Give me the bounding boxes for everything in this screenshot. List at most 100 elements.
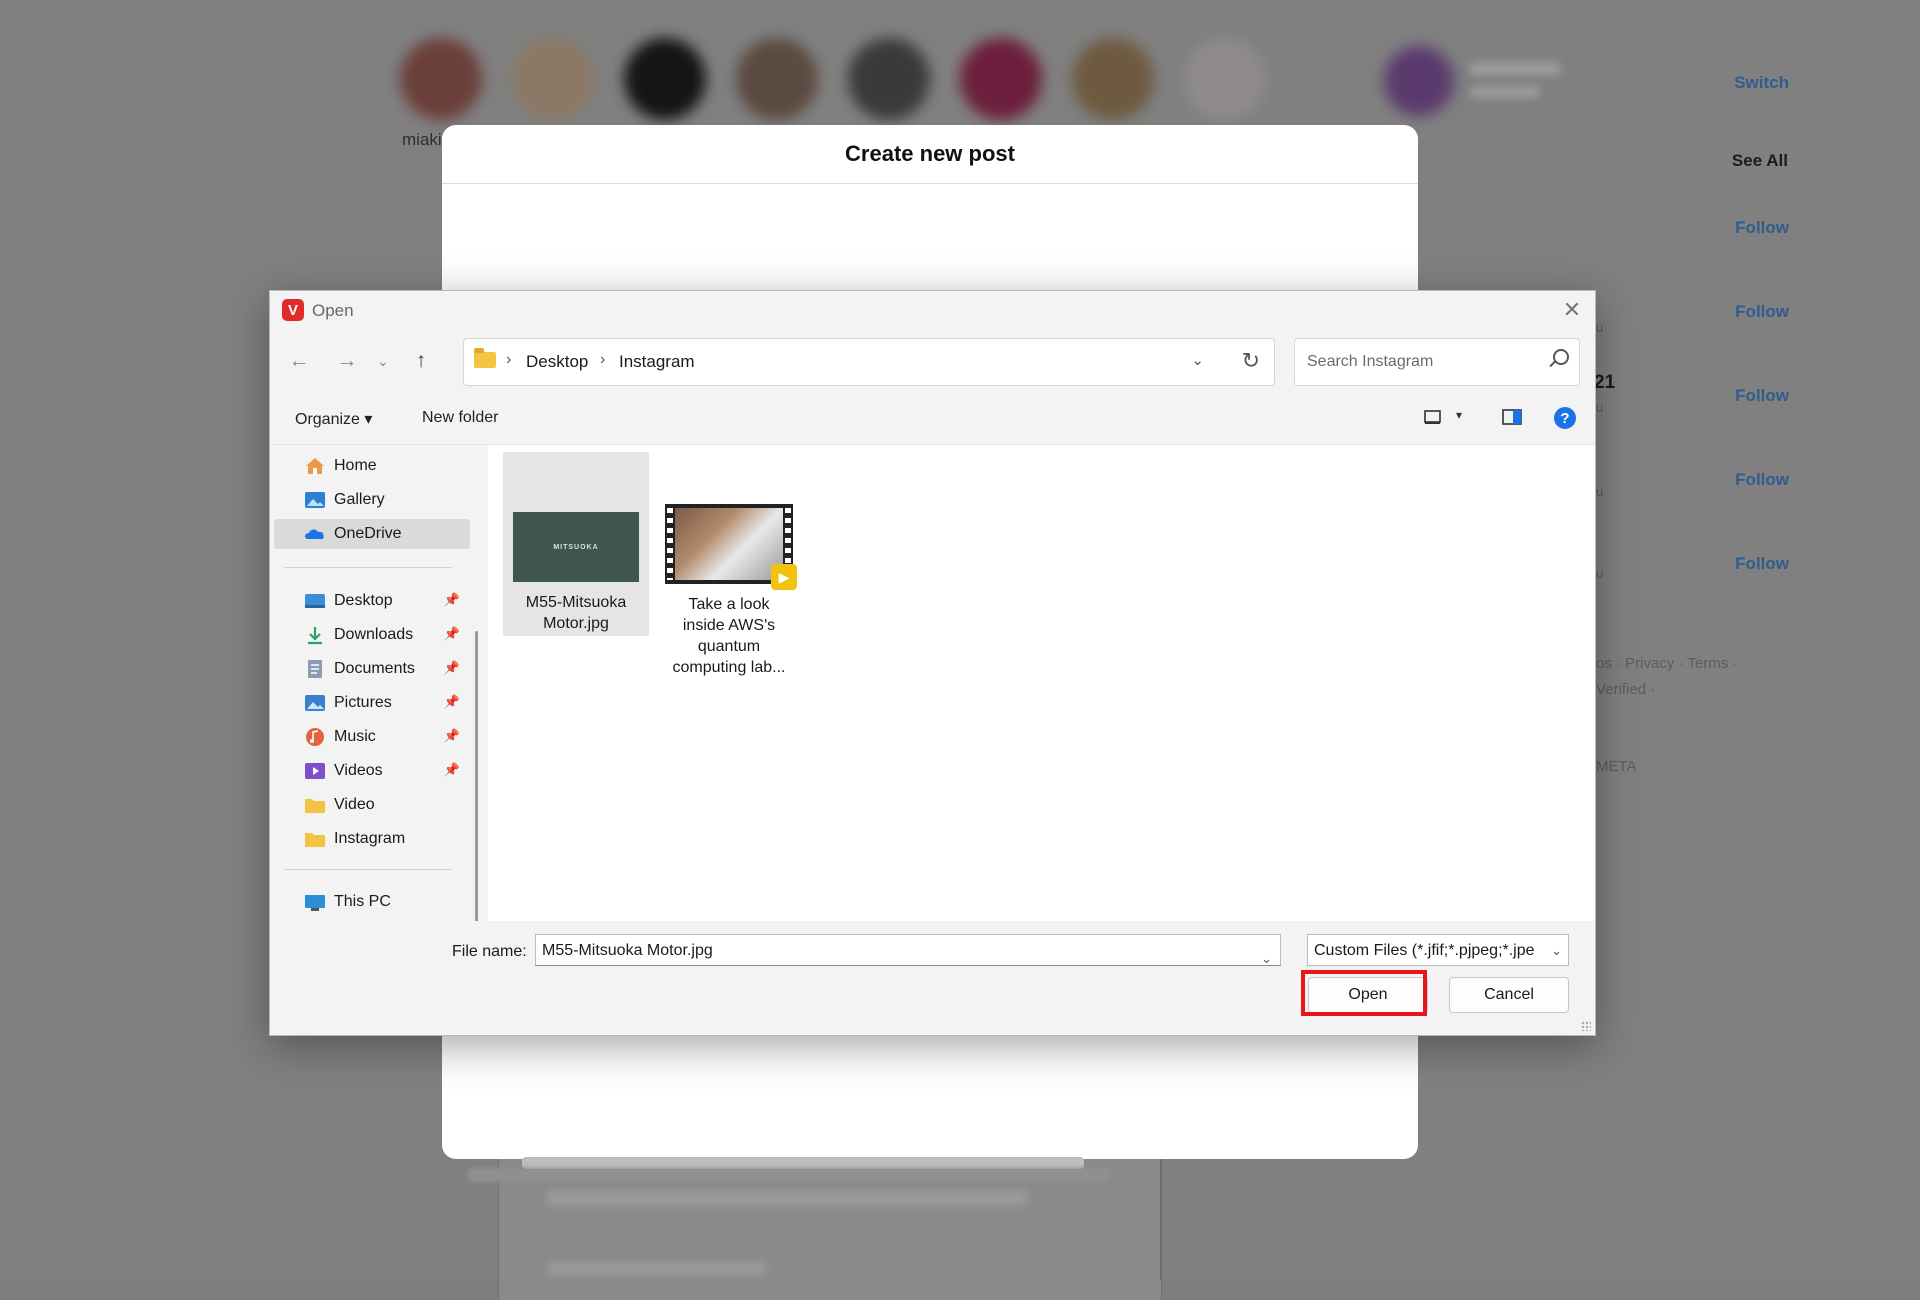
navigation-pane: Home Gallery OneDrive Desktop 📌 Download…: [270, 445, 480, 951]
file-name-line: inside AWS's: [682, 617, 776, 634]
search-input[interactable]: Search Instagram: [1307, 353, 1433, 371]
preview-pane-icon[interactable]: [1502, 409, 1522, 430]
navigation-row: ← → ⌄ ↑ › Desktop › Instagram ⌄ ↻ Search…: [270, 334, 1595, 390]
nav-item-label: Music: [334, 728, 376, 745]
divider: [284, 567, 452, 568]
close-button[interactable]: ✕: [1555, 295, 1589, 325]
story-avatar[interactable]: [1072, 38, 1154, 120]
story-avatar[interactable]: [1184, 38, 1266, 120]
up-arrow-icon[interactable]: ↑: [408, 348, 434, 374]
nav-item-music[interactable]: Music 📌: [274, 722, 470, 752]
refresh-icon[interactable]: ↻: [1242, 348, 1260, 374]
chevron-down-icon[interactable]: ⌄: [1261, 943, 1272, 975]
nav-item-onedrive[interactable]: OneDrive: [274, 519, 470, 549]
story-avatar[interactable]: [512, 38, 594, 120]
help-icon[interactable]: ?: [1554, 407, 1576, 429]
organize-button[interactable]: Organize ▾: [295, 409, 372, 429]
nav-item-label: Gallery: [334, 491, 385, 508]
file-type-select[interactable]: Custom Files (*.jfif;*.pjpeg;*.jpe ⌄: [1307, 934, 1569, 966]
follow-button[interactable]: Follow: [1735, 302, 1789, 322]
breadcrumb-desktop[interactable]: Desktop: [526, 352, 588, 372]
file-item-mitsuoka[interactable]: MITSUOKA M55-Mitsuoka Motor.jpg: [503, 452, 649, 636]
address-dropdown-icon[interactable]: ⌄: [1191, 351, 1204, 369]
search-box[interactable]: Search Instagram: [1294, 338, 1580, 386]
nav-item-this-pc[interactable]: This PC: [274, 887, 470, 917]
back-arrow-icon[interactable]: ←: [286, 348, 312, 374]
file-name-value: M55-Mitsuoka Motor.jpg: [542, 942, 713, 959]
home-icon: [306, 458, 324, 474]
follow-button[interactable]: Follow: [1735, 470, 1789, 490]
resize-grip[interactable]: [1581, 1021, 1591, 1031]
story-avatar[interactable]: [960, 38, 1042, 120]
pictures-icon: [305, 695, 325, 711]
dialog-titlebar[interactable]: V Open ✕: [270, 291, 1595, 331]
see-all-link[interactable]: See All: [1732, 151, 1788, 171]
breadcrumb-separator-icon[interactable]: ›: [600, 351, 605, 369]
forward-arrow-icon[interactable]: →: [334, 348, 360, 374]
dialog-title: Open: [312, 301, 354, 320]
video-thumbnail: ▶: [665, 504, 797, 590]
pin-icon[interactable]: 📌: [444, 762, 460, 778]
partial-text: u: [1596, 484, 1604, 499]
blurred-strip: [468, 1168, 1110, 1182]
story-avatar[interactable]: [848, 38, 930, 120]
chevron-down-icon[interactable]: ⌄: [1551, 935, 1562, 965]
nav-item-downloads[interactable]: Downloads 📌: [274, 620, 470, 650]
follow-button[interactable]: Follow: [1735, 218, 1789, 238]
cancel-button[interactable]: Cancel: [1449, 977, 1569, 1013]
switch-account-link[interactable]: Switch: [1734, 73, 1789, 93]
nav-pane-scrollbar[interactable]: [475, 631, 478, 951]
address-bar[interactable]: › Desktop › Instagram ⌄ ↻: [463, 338, 1275, 386]
breadcrumb-separator-icon[interactable]: ›: [506, 351, 511, 369]
pin-icon[interactable]: 📌: [444, 660, 460, 676]
file-name-line: Take a look: [688, 596, 770, 613]
story-avatar[interactable]: [624, 38, 706, 120]
nav-item-home[interactable]: Home: [274, 451, 470, 481]
view-dropdown-icon[interactable]: ▾: [1456, 408, 1462, 422]
partial-text: u: [1596, 566, 1604, 581]
file-item-aws-video[interactable]: ▶ Take a look inside AWS's quantum compu…: [656, 452, 802, 682]
search-icon: [1553, 349, 1569, 365]
follow-button[interactable]: Follow: [1735, 554, 1789, 574]
file-name-line: computing lab...: [672, 659, 786, 676]
nav-item-label: Pictures: [334, 694, 392, 711]
pin-icon[interactable]: 📌: [444, 694, 460, 710]
pin-icon[interactable]: 📌: [444, 728, 460, 744]
file-name-input[interactable]: M55-Mitsuoka Motor.jpg ⌄: [535, 934, 1281, 966]
partial-text: u: [1596, 320, 1604, 335]
nav-item-video-folder[interactable]: Video: [274, 790, 470, 820]
recent-locations-chevron-icon[interactable]: ⌄: [370, 348, 396, 374]
nav-item-label: Downloads: [334, 626, 414, 643]
open-file-dialog: V Open ✕ ← → ⌄ ↑ › Desktop › Instagram ⌄…: [269, 290, 1596, 1036]
nav-item-videos[interactable]: Videos 📌: [274, 756, 470, 786]
nav-item-gallery[interactable]: Gallery: [274, 485, 470, 515]
image-thumbnail: MITSUOKA: [513, 512, 639, 582]
story-avatar[interactable]: [736, 38, 818, 120]
nav-item-label: OneDrive: [334, 525, 402, 542]
file-name-line: Motor.jpg: [543, 615, 609, 632]
story-avatar[interactable]: [400, 38, 482, 120]
open-button-highlight: [1301, 970, 1427, 1016]
pin-icon[interactable]: 📌: [444, 592, 460, 608]
new-folder-button[interactable]: New folder: [422, 409, 498, 427]
nav-item-instagram-folder[interactable]: Instagram: [274, 824, 470, 854]
follow-button[interactable]: Follow: [1735, 386, 1789, 406]
nav-item-label: Video: [334, 796, 375, 813]
documents-icon: [308, 660, 322, 678]
command-bar: Organize ▾ New folder ▾ ?: [270, 394, 1595, 445]
nav-item-desktop[interactable]: Desktop 📌: [274, 586, 470, 616]
breadcrumb-instagram[interactable]: Instagram: [619, 352, 695, 372]
pin-icon[interactable]: 📌: [444, 626, 460, 642]
nav-item-documents[interactable]: Documents 📌: [274, 654, 470, 684]
partial-text: u: [1596, 400, 1604, 415]
nav-item-label: Videos: [334, 762, 383, 779]
downloads-icon: [308, 627, 322, 645]
profile-avatar[interactable]: [1384, 46, 1454, 116]
change-view-icon[interactable]: [1424, 409, 1442, 430]
nav-item-pictures[interactable]: Pictures 📌: [274, 688, 470, 718]
footer-meta: META: [1596, 758, 1637, 775]
folder-icon: [474, 348, 496, 368]
vivaldi-icon: V: [282, 299, 304, 321]
dialog-footer: File name: M55-Mitsuoka Motor.jpg ⌄ Cust…: [270, 921, 1595, 1035]
videos-icon: [305, 763, 325, 779]
